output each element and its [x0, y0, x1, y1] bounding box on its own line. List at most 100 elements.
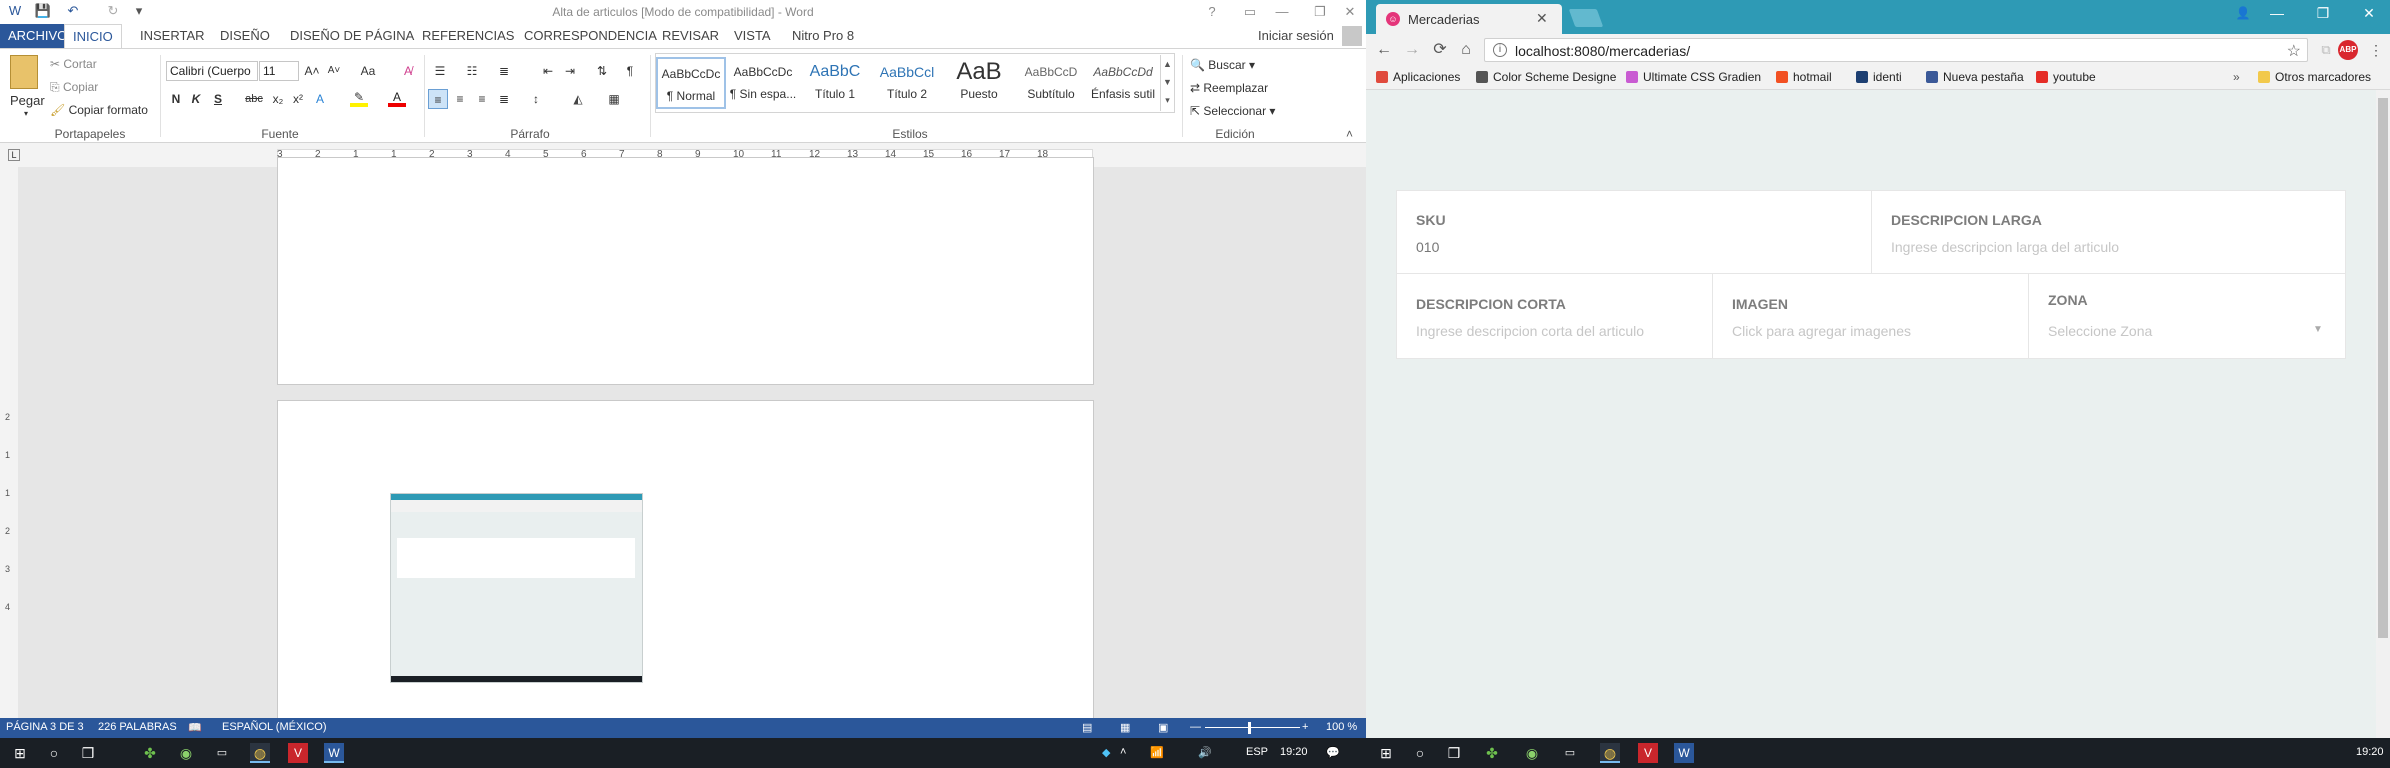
- page-count[interactable]: PÁGINA 3 DE 3: [6, 721, 84, 733]
- bold-button[interactable]: N: [166, 89, 186, 109]
- font-size-dropdown[interactable]: 11: [259, 61, 299, 81]
- align-center-icon[interactable]: ≡: [450, 89, 470, 109]
- restore-button[interactable]: ❐: [1308, 0, 1332, 24]
- minimize-button[interactable]: —: [1270, 0, 1294, 24]
- underline-button[interactable]: S: [208, 89, 228, 109]
- short-description-input[interactable]: Ingrese descripcion corta del articulo: [1416, 323, 1644, 339]
- page-3[interactable]: [277, 400, 1094, 730]
- bookmark-item[interactable]: hotmail: [1776, 70, 1832, 84]
- tab-insertar[interactable]: INSERTAR: [132, 24, 213, 48]
- tab-diseno[interactable]: DISEÑO: [212, 24, 278, 48]
- long-description-input[interactable]: Ingrese descripcion larga del articulo: [1891, 239, 2119, 255]
- minimize-button[interactable]: —: [2254, 0, 2300, 26]
- chevron-down-icon[interactable]: ▼: [2313, 324, 2323, 335]
- ribbon-options-icon[interactable]: ▭: [1238, 0, 1262, 24]
- terminal-icon[interactable]: ▭: [1560, 743, 1580, 763]
- subscript-button[interactable]: x₂: [268, 89, 288, 109]
- app-red-icon[interactable]: V: [1638, 743, 1658, 763]
- justify-icon[interactable]: ≣: [494, 89, 514, 109]
- app-frog-icon[interactable]: ✤: [140, 743, 160, 763]
- browser-tab[interactable]: ☺ Mercaderias ✕: [1376, 4, 1562, 34]
- cortana-icon[interactable]: ○: [1410, 743, 1430, 763]
- style-sin-espaciado[interactable]: AaBbCcDc ¶ Sin espa...: [728, 57, 798, 109]
- other-bookmarks[interactable]: Otros marcadores: [2258, 70, 2371, 84]
- replace-button[interactable]: ⇄ Reemplazar: [1190, 81, 1268, 95]
- signin-link[interactable]: Iniciar sesión: [1258, 24, 1334, 48]
- notifications-icon[interactable]: 💬: [1326, 746, 1340, 759]
- change-case-button[interactable]: Aa: [354, 61, 382, 81]
- style-puesto[interactable]: AaB Puesto: [944, 57, 1014, 109]
- extension-icon[interactable]: ⧉: [2316, 40, 2336, 60]
- zoom-slider-thumb[interactable]: [1248, 722, 1251, 734]
- home-icon[interactable]: ⌂: [1456, 40, 1476, 60]
- zoom-in-button[interactable]: +: [1302, 721, 1308, 733]
- multilevel-list-icon[interactable]: ≣: [494, 61, 514, 81]
- reload-icon[interactable]: ⟳: [1430, 40, 1450, 60]
- image-field[interactable]: IMAGEN Click para agregar imagenes: [1712, 273, 2029, 359]
- chrome-taskbar-icon[interactable]: ◍: [250, 743, 270, 763]
- app-frog-icon[interactable]: ✤: [1482, 743, 1502, 763]
- sku-input[interactable]: 010: [1416, 239, 1439, 255]
- superscript-button[interactable]: x²: [288, 89, 308, 109]
- italic-button[interactable]: K: [186, 89, 206, 109]
- tab-referencias[interactable]: REFERENCIAS: [414, 24, 522, 48]
- bookmark-item[interactable]: Aplicaciones: [1376, 70, 1460, 84]
- menu-icon[interactable]: ⋮: [2366, 40, 2386, 60]
- tray-chevron-icon[interactable]: ˄: [1120, 746, 1126, 758]
- word-count[interactable]: 226 PALABRAS: [98, 721, 177, 733]
- bookmark-item[interactable]: Nueva pestaña: [1926, 70, 2024, 84]
- restore-button[interactable]: ❐: [2300, 0, 2346, 26]
- proofing-icon[interactable]: 📖: [188, 721, 202, 734]
- language-indicator[interactable]: ESP: [1246, 746, 1268, 758]
- style-normal[interactable]: AaBbCcDc ¶ Normal: [656, 57, 726, 109]
- page-2[interactable]: [277, 157, 1094, 385]
- back-icon[interactable]: ←: [1374, 40, 1394, 60]
- font-name-dropdown[interactable]: Calibri (Cuerpo: [166, 61, 258, 81]
- text-effects-icon[interactable]: A: [310, 89, 330, 109]
- help-icon[interactable]: ?: [1200, 0, 1224, 24]
- task-view-icon[interactable]: ❒: [78, 743, 98, 763]
- task-view-icon[interactable]: ❒: [1444, 743, 1464, 763]
- more-bookmarks-icon[interactable]: »: [2233, 70, 2240, 84]
- style-enfasis-sutil[interactable]: AaBbCcDd Énfasis sutil: [1088, 57, 1158, 109]
- align-left-icon[interactable]: ≡: [428, 89, 448, 109]
- print-layout-icon[interactable]: ▦: [1120, 721, 1130, 734]
- forward-icon[interactable]: →: [1402, 40, 1422, 60]
- windows-start-icon[interactable]: ⊞: [1376, 743, 1396, 763]
- tab-revisar[interactable]: REVISAR: [654, 24, 727, 48]
- strikethrough-button[interactable]: abc: [242, 89, 266, 109]
- bullets-icon[interactable]: ☰: [430, 61, 450, 81]
- new-tab-button[interactable]: [1568, 9, 1604, 27]
- address-bar[interactable]: i localhost:8080/mercaderias/ ☆: [1484, 38, 2308, 62]
- zoom-level[interactable]: 100 %: [1326, 721, 1357, 733]
- language-status[interactable]: ESPAÑOL (MÉXICO): [222, 721, 327, 733]
- tray-dropbox-icon[interactable]: ◆: [1102, 746, 1110, 759]
- adblock-icon[interactable]: ABP: [2338, 40, 2358, 60]
- copy-button[interactable]: ⎘ Copiar: [50, 80, 98, 95]
- app-red-icon[interactable]: V: [288, 743, 308, 763]
- tab-correspondencia[interactable]: CORRESPONDENCIA: [516, 24, 665, 48]
- info-icon[interactable]: i: [1493, 43, 1507, 57]
- highlight-icon[interactable]: ✎: [350, 91, 368, 107]
- close-button[interactable]: ✕: [2346, 0, 2390, 26]
- long-description-field[interactable]: DESCRIPCION LARGA Ingrese descripcion la…: [1871, 190, 2346, 274]
- windows-start-icon[interactable]: ⊞: [10, 743, 30, 763]
- tab-vista[interactable]: VISTA: [726, 24, 779, 48]
- star-icon[interactable]: ☆: [2287, 41, 2301, 61]
- increase-indent-icon[interactable]: ⇥: [560, 61, 580, 81]
- select-button[interactable]: ⇱ Seleccionar ▾: [1190, 104, 1275, 118]
- find-button[interactable]: 🔍 Buscar ▾: [1190, 58, 1255, 72]
- bookmark-item[interactable]: identi: [1856, 70, 1902, 84]
- tab-inicio[interactable]: INICIO: [64, 24, 122, 49]
- chrome-taskbar-icon[interactable]: ◍: [1600, 743, 1620, 763]
- font-color-icon[interactable]: A: [388, 91, 406, 107]
- read-mode-icon[interactable]: ▤: [1082, 721, 1092, 734]
- cut-button[interactable]: ✂ Cortar: [50, 57, 97, 71]
- word-taskbar-icon[interactable]: W: [1674, 743, 1694, 763]
- scrollbar-thumb[interactable]: [2378, 98, 2388, 638]
- embedded-screenshot-image[interactable]: [390, 493, 643, 683]
- tray-volume-icon[interactable]: 🔊: [1198, 746, 1212, 759]
- paste-button[interactable]: Pegar: [10, 93, 45, 108]
- tab-nitro[interactable]: Nitro Pro 8: [784, 24, 862, 48]
- decrease-indent-icon[interactable]: ⇤: [538, 61, 558, 81]
